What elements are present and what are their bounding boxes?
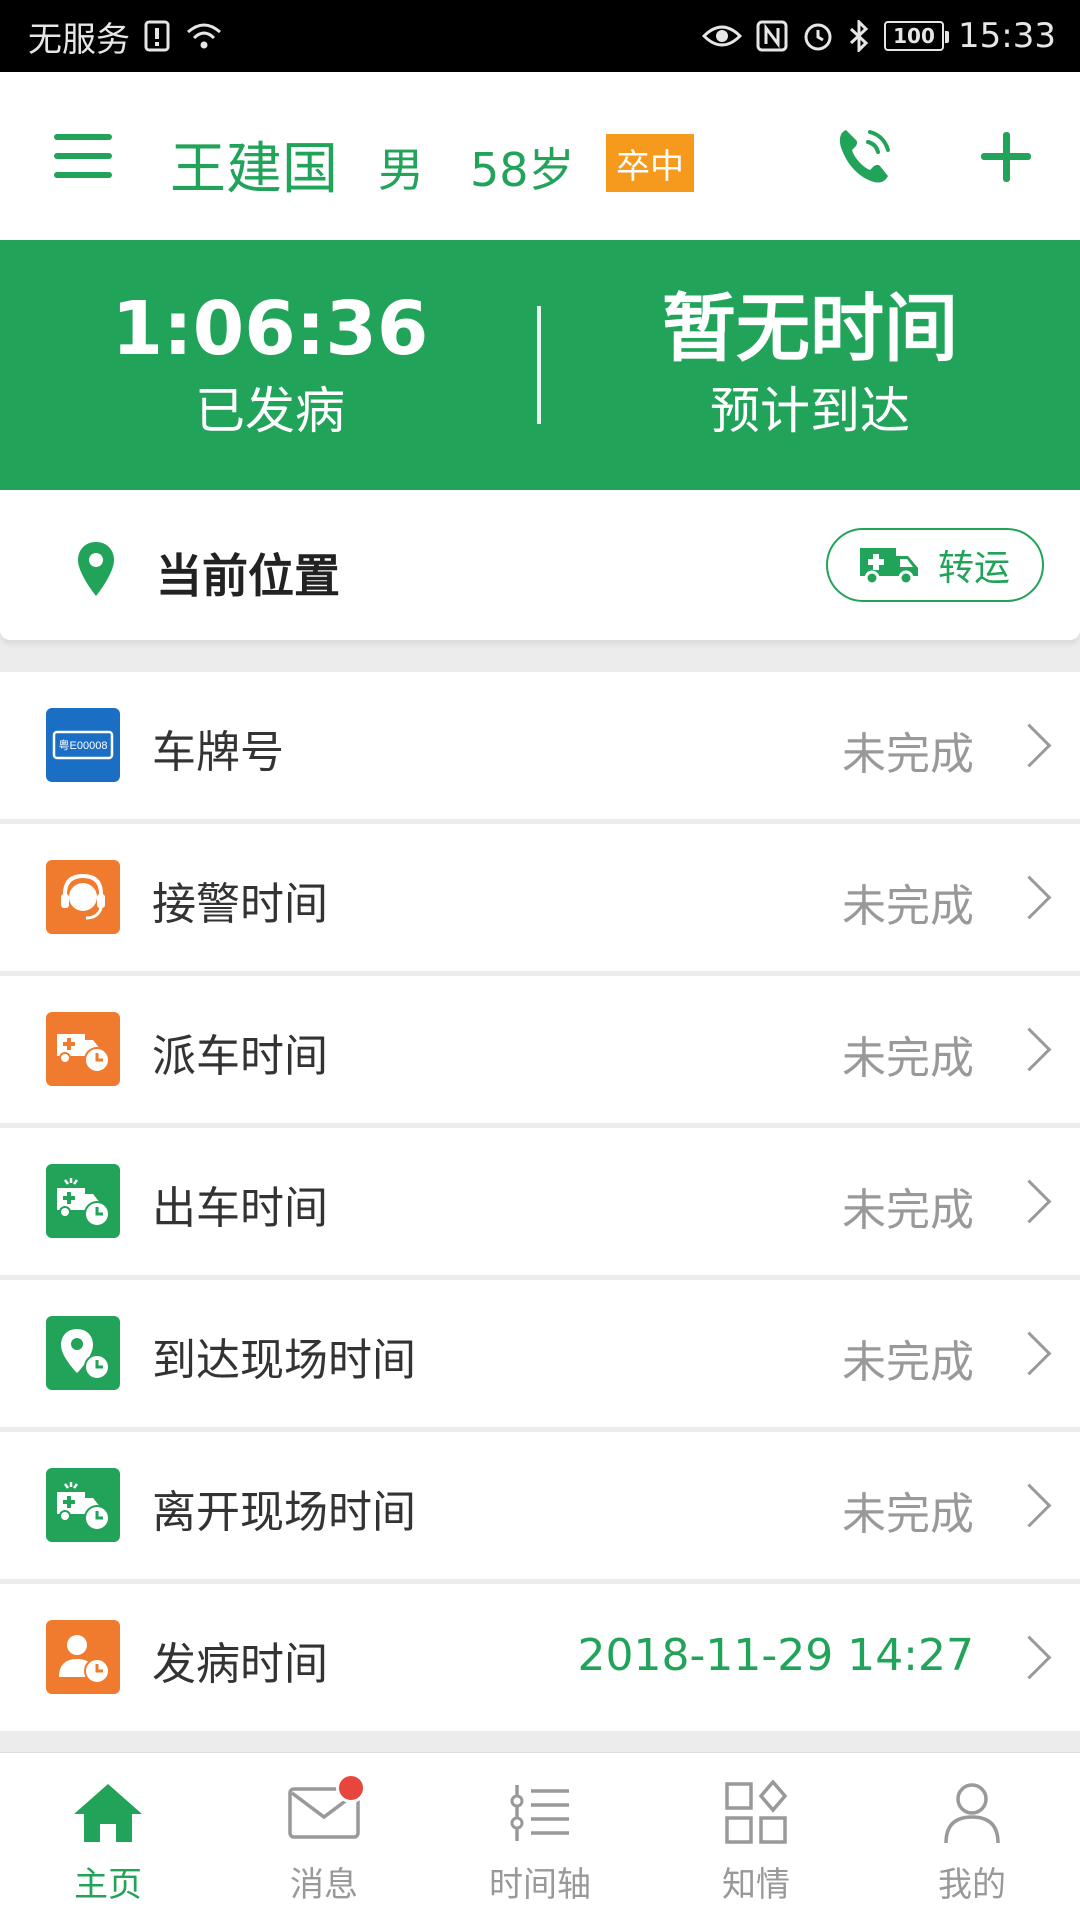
record-list: 粤E00008 车牌号 未完成 接警时间 未完成 派车时间 未完成 出车时间 未…	[0, 672, 1080, 1736]
clock-text: 15:33	[958, 16, 1056, 56]
location-card: 当前位置 转运	[0, 490, 1080, 640]
list-item-license-plate[interactable]: 粤E00008 车牌号 未完成	[0, 672, 1080, 819]
item-status: 未完成	[842, 729, 974, 780]
add-icon[interactable]	[978, 128, 1034, 184]
transfer-label: 转运	[938, 548, 1011, 589]
status-bar: 无服务 100 15:33	[0, 0, 1080, 72]
item-label: 发病时间	[152, 1639, 328, 1690]
nav-label: 时间轴	[489, 1865, 591, 1905]
item-label: 出车时间	[152, 1183, 328, 1234]
nav-timeline[interactable]: 时间轴	[432, 1753, 648, 1920]
list-item-onset-time[interactable]: 发病时间 2018-11-29 14:27	[0, 1584, 1080, 1731]
carrier-text: 无服务	[28, 19, 130, 60]
ambulance-clock-icon	[46, 1468, 120, 1542]
list-item-leave-scene-time[interactable]: 离开现场时间 未完成	[0, 1432, 1080, 1579]
item-label: 到达现场时间	[152, 1335, 416, 1386]
item-label: 接警时间	[152, 879, 328, 930]
list-item-alarm-time[interactable]: 接警时间 未完成	[0, 824, 1080, 971]
location-title: 当前位置	[156, 549, 340, 603]
location-clock-icon	[46, 1316, 120, 1390]
nav-label: 主页	[74, 1865, 142, 1905]
timeline-icon	[500, 1777, 580, 1849]
ambulance-clock-icon	[46, 1164, 120, 1238]
user-icon	[932, 1777, 1012, 1849]
eye-icon	[702, 22, 743, 50]
location-pin-icon	[76, 540, 116, 598]
chevron-right-icon	[1022, 1180, 1048, 1222]
eta-timer: 暂无时间 预计到达	[540, 240, 1080, 490]
nfc-icon	[756, 20, 788, 52]
chevron-right-icon	[1022, 876, 1048, 918]
sim-alert-icon	[144, 20, 170, 52]
home-icon	[68, 1777, 148, 1849]
ambulance-clock-icon	[46, 1012, 120, 1086]
phone-icon[interactable]	[834, 124, 894, 188]
unread-badge	[336, 1773, 366, 1803]
nav-label: 消息	[290, 1865, 358, 1905]
diagnosis-badge: 卒中	[606, 134, 694, 192]
patient-age: 58岁	[470, 143, 575, 197]
transfer-button[interactable]: 转运	[826, 528, 1044, 602]
onset-timer: 1:06:36 已发病	[0, 240, 540, 490]
nav-profile[interactable]: 我的	[864, 1753, 1080, 1920]
item-status: 未完成	[842, 1489, 974, 1540]
headset-icon	[46, 860, 120, 934]
chevron-right-icon	[1022, 1636, 1048, 1678]
license-plate-icon: 粤E00008	[46, 708, 120, 782]
onset-elapsed-value: 1:06:36	[111, 286, 429, 372]
patient-sex: 男	[378, 143, 424, 197]
app-header: 王建国 男 58岁 卒中	[0, 72, 1080, 240]
eta-value: 暂无时间	[662, 286, 958, 372]
item-status: 未完成	[842, 1337, 974, 1388]
chevron-right-icon	[1022, 724, 1048, 766]
alarm-icon	[802, 20, 834, 52]
nav-home[interactable]: 主页	[0, 1753, 216, 1920]
bottom-nav: 主页 消息 时间轴 知情 我的	[0, 1752, 1080, 1920]
item-status: 2018-11-29 14:27	[577, 1630, 975, 1681]
chevron-right-icon	[1022, 1028, 1048, 1070]
item-status: 未完成	[842, 1185, 974, 1236]
onset-label: 已发病	[195, 382, 345, 440]
item-label: 离开现场时间	[152, 1487, 416, 1538]
mail-icon	[284, 1773, 366, 1849]
ambulance-icon	[856, 540, 922, 590]
item-status: 未完成	[842, 1033, 974, 1084]
item-status: 未完成	[842, 881, 974, 932]
eta-label: 预计到达	[710, 382, 910, 440]
license-plate-text: 粤E00008	[58, 740, 108, 752]
bluetooth-icon	[848, 20, 870, 52]
chevron-right-icon	[1022, 1332, 1048, 1374]
nav-label: 知情	[722, 1865, 790, 1905]
person-clock-icon	[46, 1620, 120, 1694]
wifi-icon	[184, 20, 224, 52]
patient-name: 王建国	[170, 137, 338, 202]
nav-label: 我的	[938, 1865, 1006, 1905]
list-item-depart-time[interactable]: 出车时间 未完成	[0, 1128, 1080, 1275]
screen: 无服务 100 15:33 王建国 男 58岁 卒中 1:06:36 已发病 暂…	[0, 0, 1080, 1920]
timer-banner: 1:06:36 已发病 暂无时间 预计到达	[0, 240, 1080, 490]
list-item-dispatch-time[interactable]: 派车时间 未完成	[0, 976, 1080, 1123]
menu-icon[interactable]	[54, 134, 112, 178]
nav-messages[interactable]: 消息	[216, 1753, 432, 1920]
list-item-arrive-scene-time[interactable]: 到达现场时间 未完成	[0, 1280, 1080, 1427]
chevron-right-icon	[1022, 1484, 1048, 1526]
item-label: 派车时间	[152, 1031, 328, 1082]
grid-icon	[716, 1777, 796, 1849]
item-label: 车牌号	[152, 727, 284, 778]
battery-indicator: 100	[884, 21, 950, 51]
nav-consent[interactable]: 知情	[648, 1753, 864, 1920]
